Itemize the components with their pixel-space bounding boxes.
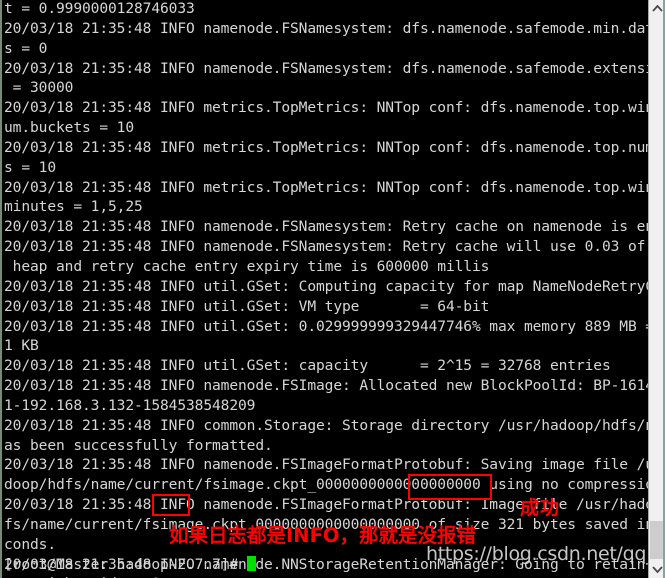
shell-prompt-text: [root@Master hadoop-2.7.7]# xyxy=(4,556,247,573)
terminal-output-area[interactable]: t = 0.9990000128746033 20/03/18 21:35:48 … xyxy=(2,0,650,578)
terminal-line: = 30000 xyxy=(4,79,74,97)
terminal-line: 20/03/18 21:35:48 INFO namenode.FSImage:… xyxy=(4,377,650,395)
annotation-success-label: 成功 xyxy=(520,497,561,519)
terminal-line: as been successfully formatted. xyxy=(4,436,273,454)
terminal-line: 1 KB xyxy=(4,337,39,355)
terminal-line: 20/03/18 21:35:48 INFO util.GSet: VM typ… xyxy=(4,297,490,315)
terminal-log-lines: t = 0.9990000128746033 20/03/18 21:35:48 … xyxy=(4,0,650,578)
terminal-line: 20/03/18 21:35:48 INFO namenode.FSNamesy… xyxy=(4,218,650,236)
terminal-line: minutes = 1,5,25 xyxy=(4,198,143,216)
terminal-line: s = 10 xyxy=(4,158,56,176)
terminal-line: 20/03/18 21:35:48 INFO namenode.FSNamesy… xyxy=(4,238,650,256)
terminal-line: 20/03/18 21:35:48 INFO common.Storage: S… xyxy=(4,416,650,434)
terminal-line: 20/03/18 21:35:48 INFO metrics.TopMetric… xyxy=(4,138,650,156)
terminal-line: s = 0 xyxy=(4,39,48,57)
blog-watermark: https://blog.csdn.net/qq_41799219 xyxy=(426,543,650,565)
terminal-line: 20/03/18 21:35:48 INFO util.GSet: Comput… xyxy=(4,277,650,295)
shell-prompt-line: [root@Master hadoop-2.7.7]# xyxy=(4,555,256,575)
terminal-window: t = 0.9990000128746033 20/03/18 21:35:48 … xyxy=(0,0,665,578)
terminal-line: 20/03/18 21:35:48 INFO util.GSet: 0.0299… xyxy=(4,317,650,335)
terminal-line: 20/03/18 21:35:48 INFO util.GSet: capaci… xyxy=(4,357,611,375)
terminal-line: 20/03/18 21:35:48 INFO metrics.TopMetric… xyxy=(4,99,650,117)
terminal-line: ges with txid >= 0 xyxy=(4,574,648,578)
terminal-line: um.buckets = 10 xyxy=(4,119,134,137)
terminal-line: 1-192.168.3.132-1584538548209 xyxy=(4,396,256,414)
terminal-line: 20/03/18 21:35:48 INFO namenode.FSNamesy… xyxy=(4,19,650,37)
terminal-cursor xyxy=(246,556,256,571)
terminal-line: t = 0.9990000128746033 xyxy=(4,0,195,17)
terminal-line: 20/03/18 21:35:48 INFO namenode.FSImageF… xyxy=(4,456,650,474)
terminal-line: 20/03/18 21:35:48 INFO namenode.FSNamesy… xyxy=(4,59,650,77)
terminal-line: heap and retry cache entry expiry time i… xyxy=(4,257,490,275)
terminal-line: 20/03/18 21:35:48 INFO metrics.TopMetric… xyxy=(4,178,650,196)
